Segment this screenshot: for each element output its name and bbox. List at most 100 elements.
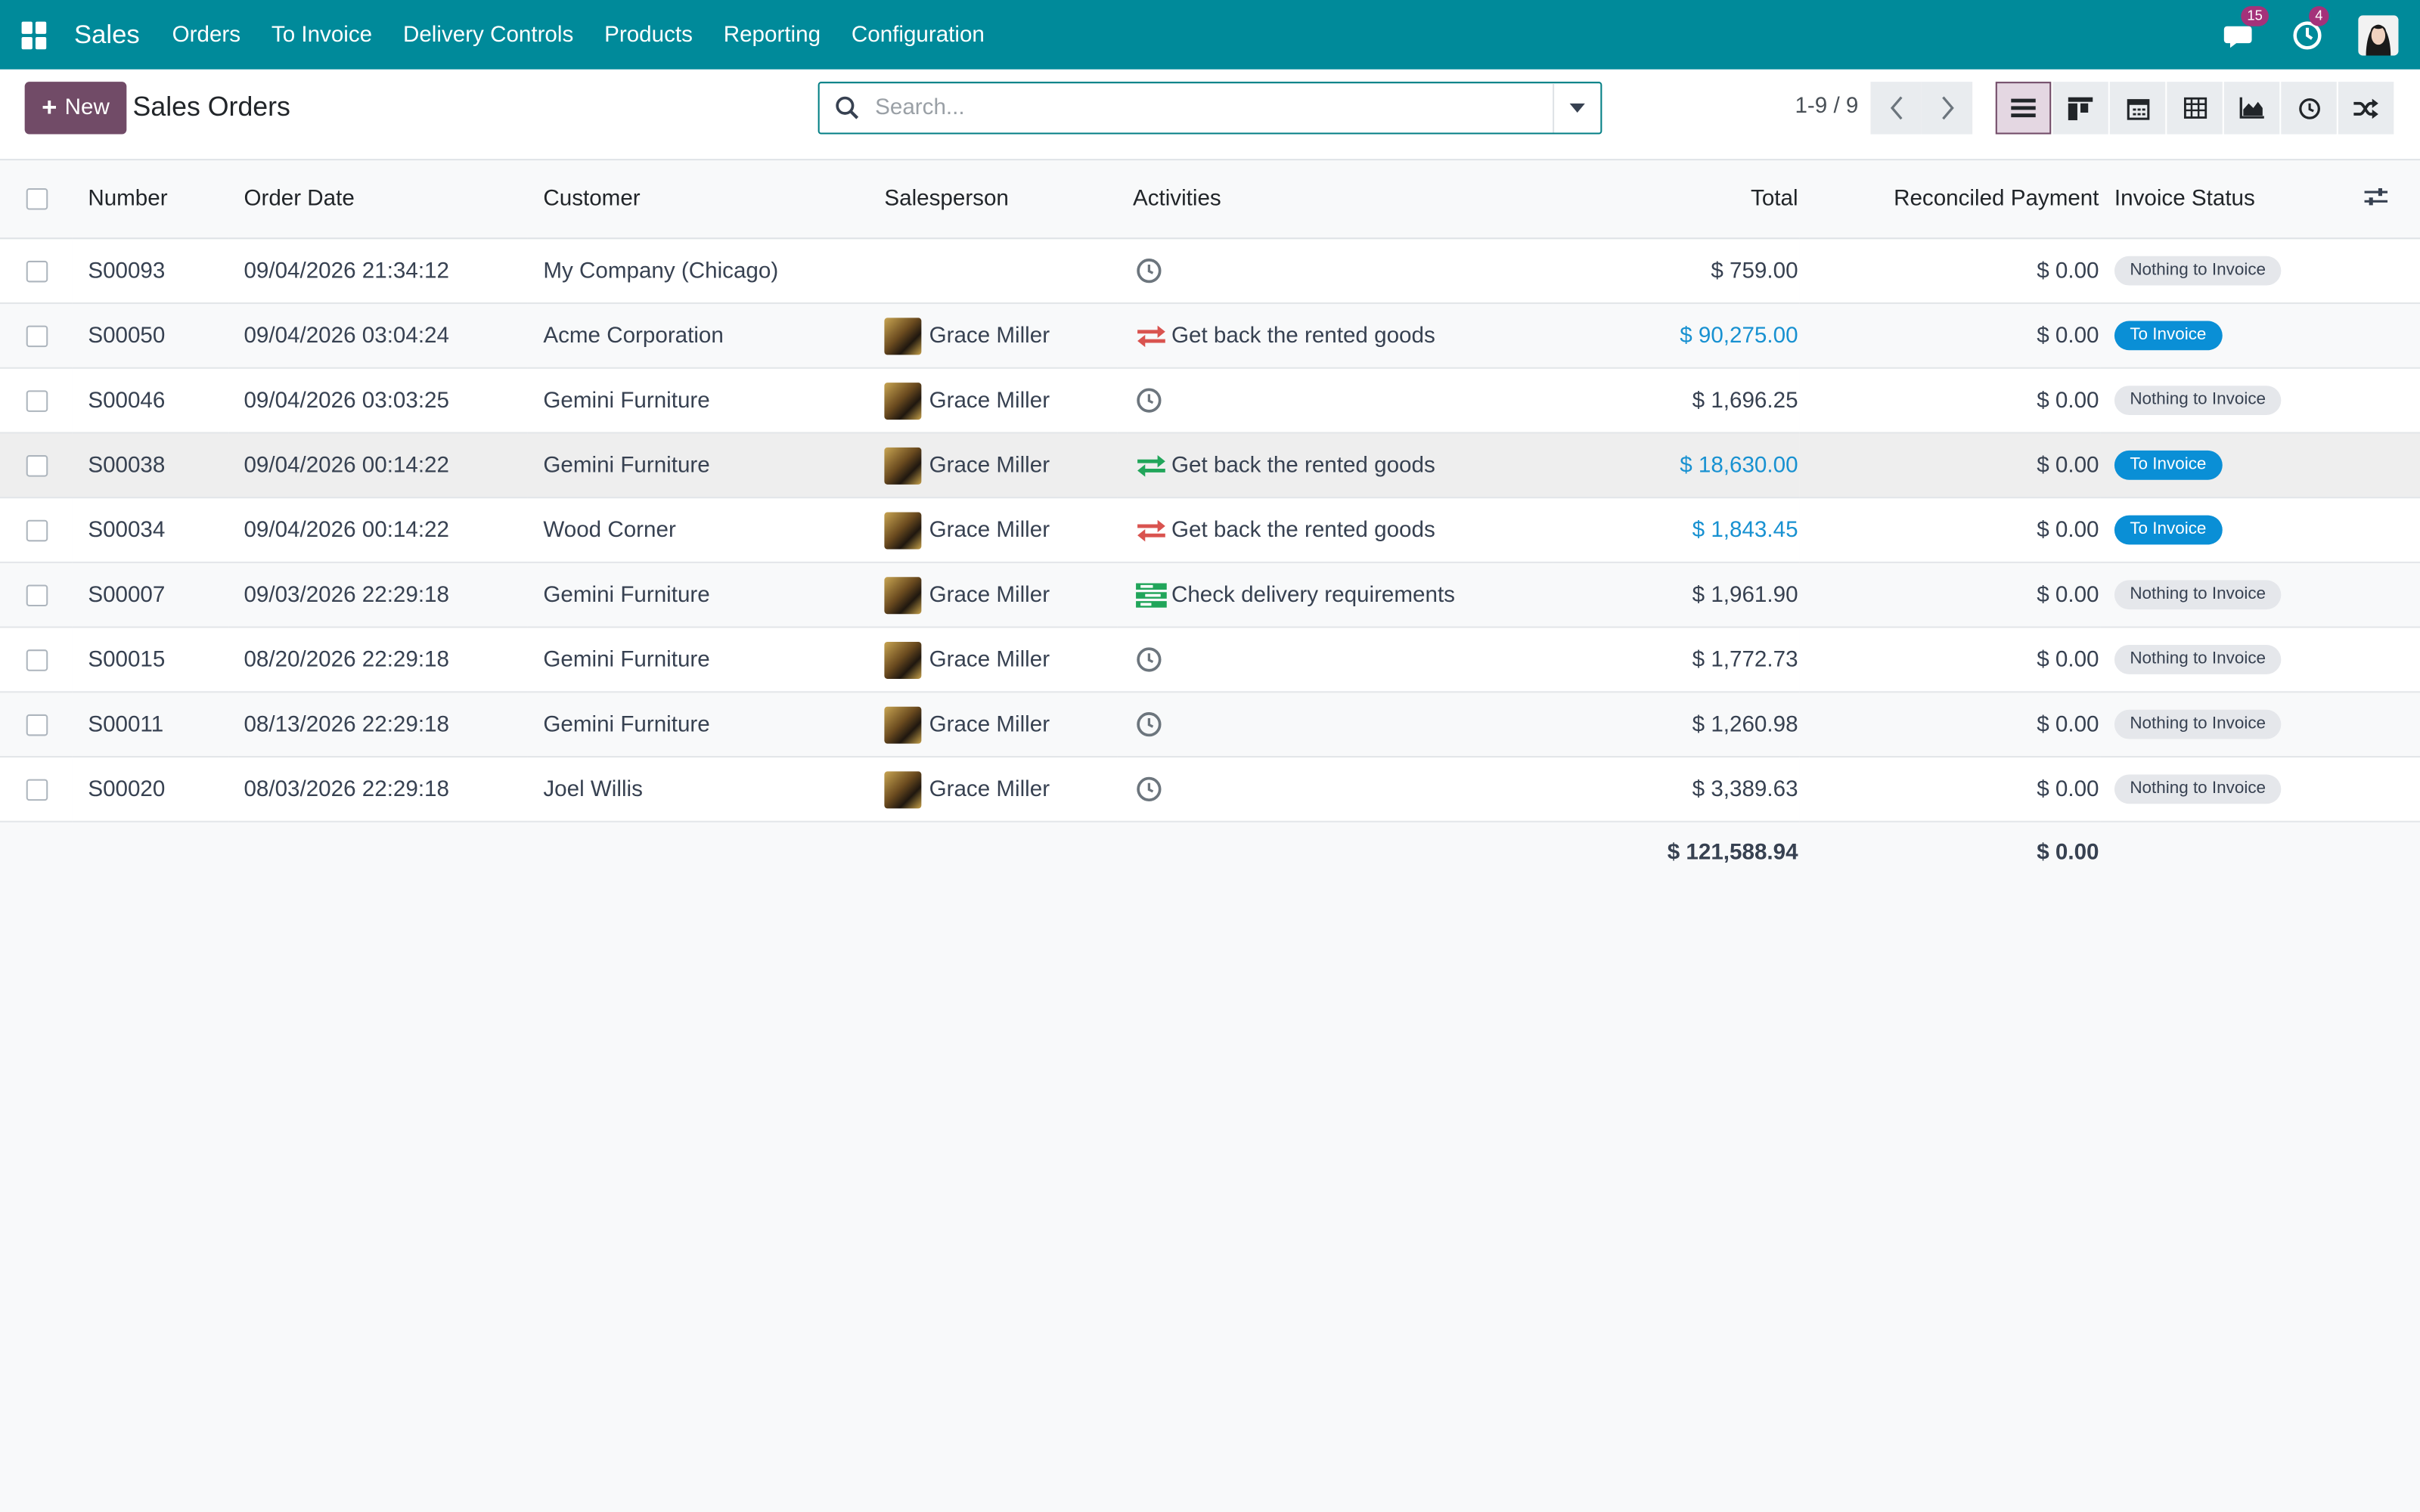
activity-view-button[interactable] [2281, 82, 2337, 135]
pivot-view-button[interactable] [2167, 82, 2223, 135]
row-checkbox[interactable] [26, 519, 48, 541]
cell-invoice-status[interactable]: To Invoice [2100, 497, 2363, 563]
pager-value[interactable]: 1-9 / 9 [1795, 94, 1858, 119]
apps-menu-icon[interactable] [21, 20, 50, 49]
cell-number[interactable]: S00093 [72, 238, 229, 305]
column-customer[interactable]: Customer [527, 160, 869, 240]
cell-invoice-status[interactable]: Nothing to Invoice [2100, 238, 2363, 305]
column-total[interactable]: Total [1553, 160, 1800, 240]
clock-icon[interactable] [1136, 387, 1167, 414]
cell-number[interactable]: S00015 [72, 627, 229, 693]
cell-salesperson[interactable]: Grace Miller [868, 562, 1118, 628]
cell-salesperson[interactable]: Grace Miller [868, 692, 1118, 758]
cell-invoice-status[interactable]: Nothing to Invoice [2100, 692, 2363, 758]
cell-reconciled-payment[interactable]: $ 0.00 [1799, 692, 2101, 758]
cell-invoice-status[interactable]: Nothing to Invoice [2100, 367, 2363, 434]
table-row[interactable]: S00046 09/04/2026 03:03:25 Gemini Furnitur… [0, 367, 2420, 434]
activities-button[interactable]: 4 [2291, 5, 2329, 51]
cell-customer[interactable]: Gemini Furniture [527, 562, 869, 628]
cell-salesperson[interactable] [868, 238, 1118, 305]
cell-customer[interactable]: Wood Corner [527, 497, 869, 563]
cell-invoice-status[interactable]: Nothing to Invoice [2100, 562, 2363, 628]
cell-reconciled-payment[interactable]: $ 0.00 [1799, 497, 2101, 563]
cell-reconciled-payment[interactable]: $ 0.00 [1799, 303, 2101, 369]
table-row[interactable]: S00007 09/03/2026 22:29:18 Gemini Furnitur… [0, 562, 2420, 628]
cell-reconciled-payment[interactable]: $ 0.00 [1799, 432, 2101, 499]
cell-customer[interactable]: Gemini Furniture [527, 432, 869, 499]
cell-total[interactable]: $ 1,696.25 [1553, 367, 1800, 434]
menu-orders[interactable]: Orders [157, 23, 256, 48]
exchange-red-icon[interactable] [1136, 324, 1171, 349]
cell-reconciled-payment[interactable]: $ 0.00 [1799, 757, 2101, 823]
menu-products[interactable]: Products [589, 23, 709, 48]
exchange-green-icon[interactable] [1136, 453, 1171, 478]
cell-invoice-status[interactable]: To Invoice [2100, 303, 2363, 369]
cell-total[interactable]: $ 1,772.73 [1553, 627, 1800, 693]
cell-number[interactable]: S00020 [72, 757, 229, 823]
cell-order-date[interactable]: 09/04/2026 03:04:24 [228, 303, 528, 369]
cell-activities[interactable] [1117, 367, 1553, 434]
cell-total[interactable]: $ 759.00 [1553, 238, 1800, 305]
cell-number[interactable]: S00011 [72, 692, 229, 758]
cell-customer[interactable]: Joel Willis [527, 757, 869, 823]
cell-order-date[interactable]: 08/03/2026 22:29:18 [228, 757, 528, 823]
column-activities[interactable]: Activities [1117, 160, 1553, 240]
row-checkbox[interactable] [26, 454, 48, 476]
cell-order-date[interactable]: 09/04/2026 00:14:22 [228, 432, 528, 499]
cell-salesperson[interactable]: Grace Miller [868, 303, 1118, 369]
cell-number[interactable]: S00038 [72, 432, 229, 499]
kanban-view-button[interactable] [2052, 82, 2108, 135]
table-row[interactable]: S00038 09/04/2026 00:14:22 Gemini Furnitur… [0, 432, 2420, 499]
cell-activities[interactable] [1117, 757, 1553, 823]
optional-columns-toggle[interactable] [2363, 160, 2420, 240]
clock-icon[interactable] [1136, 711, 1167, 738]
cell-reconciled-payment[interactable]: $ 0.00 [1799, 562, 2101, 628]
table-row[interactable]: S00034 09/04/2026 00:14:22 Wood Corner Grac… [0, 497, 2420, 563]
pager-previous-button[interactable] [1870, 82, 1922, 135]
calendar-view-button[interactable] [2109, 82, 2166, 135]
cell-order-date[interactable]: 09/04/2026 03:03:25 [228, 367, 528, 434]
select-all-checkbox[interactable] [26, 187, 48, 210]
cell-invoice-status[interactable]: Nothing to Invoice [2100, 757, 2363, 823]
cell-customer[interactable]: Gemini Furniture [527, 692, 869, 758]
list-view-button[interactable] [1995, 82, 2052, 135]
row-checkbox[interactable] [26, 778, 48, 801]
cell-activities[interactable]: Check delivery requirements [1117, 562, 1553, 628]
cell-activities[interactable]: Get back the rented goods [1117, 432, 1553, 499]
cell-number[interactable]: S00007 [72, 562, 229, 628]
row-checkbox[interactable] [26, 584, 48, 606]
cell-activities[interactable] [1117, 238, 1553, 305]
messages-button[interactable]: 15 [2223, 5, 2270, 51]
column-salesperson[interactable]: Salesperson [868, 160, 1118, 240]
cell-customer[interactable]: Gemini Furniture [527, 627, 869, 693]
clock-icon[interactable] [1136, 258, 1167, 284]
pager-next-button[interactable] [1921, 82, 1973, 135]
table-row[interactable]: S00050 09/04/2026 03:04:24 Acme Corporatio… [0, 303, 2420, 369]
app-name[interactable]: Sales [74, 20, 140, 51]
row-checkbox[interactable] [26, 649, 48, 671]
cell-reconciled-payment[interactable]: $ 0.00 [1799, 367, 2101, 434]
column-number[interactable]: Number [72, 160, 229, 240]
cell-order-date[interactable]: 09/03/2026 22:29:18 [228, 562, 528, 628]
clock-icon[interactable] [1136, 776, 1167, 803]
cell-order-date[interactable]: 09/04/2026 21:34:12 [228, 238, 528, 305]
table-row[interactable]: S00011 08/13/2026 22:29:18 Gemini Furnitur… [0, 692, 2420, 758]
menu-to-invoice[interactable]: To Invoice [256, 23, 387, 48]
cell-number[interactable]: S00050 [72, 303, 229, 369]
cell-salesperson[interactable]: Grace Miller [868, 432, 1118, 499]
menu-reporting[interactable]: Reporting [708, 23, 836, 48]
row-checkbox[interactable] [26, 389, 48, 411]
cell-salesperson[interactable]: Grace Miller [868, 497, 1118, 563]
cell-activities[interactable]: Get back the rented goods [1117, 497, 1553, 563]
cell-invoice-status[interactable]: Nothing to Invoice [2100, 627, 2363, 693]
cell-salesperson[interactable]: Grace Miller [868, 627, 1118, 693]
cell-order-date[interactable]: 08/13/2026 22:29:18 [228, 692, 528, 758]
menu-configuration[interactable]: Configuration [836, 23, 1000, 48]
cell-reconciled-payment[interactable]: $ 0.00 [1799, 627, 2101, 693]
clock-icon[interactable] [1136, 646, 1167, 673]
search-options-toggle[interactable] [1553, 83, 1600, 133]
table-row[interactable]: S00093 09/04/2026 21:34:12 My Company (Chi… [0, 238, 2420, 305]
column-reconciled-payment[interactable]: Reconciled Payment [1799, 160, 2101, 240]
graph-view-button[interactable] [2223, 82, 2280, 135]
user-avatar[interactable] [2358, 14, 2399, 55]
